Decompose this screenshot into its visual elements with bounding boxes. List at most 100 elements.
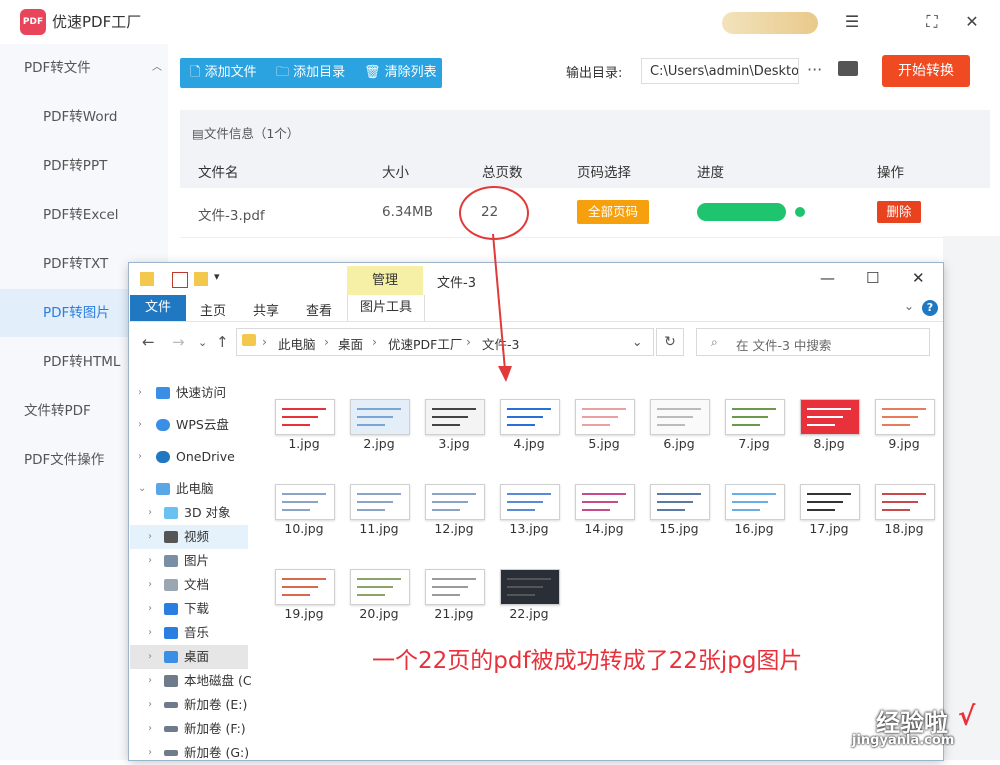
file-name-label[interactable]: 19.jpg — [266, 606, 342, 621]
promo-banner[interactable] — [722, 12, 818, 34]
image-thumbnail[interactable] — [350, 399, 410, 435]
image-thumbnail[interactable] — [875, 399, 935, 435]
menu-icon[interactable]: ☰ — [840, 10, 864, 34]
nav-item-volume-f[interactable]: › 新加卷 (F:) — [130, 717, 248, 741]
nav-item-documents[interactable]: › 文档 — [130, 573, 248, 597]
file-name-label[interactable]: 12.jpg — [416, 521, 492, 536]
properties-icon[interactable] — [172, 272, 188, 288]
nav-item-videos[interactable]: › 视频 — [130, 525, 248, 549]
nav-item-onedrive[interactable]: › OneDrive — [130, 445, 248, 469]
nav-item-this-pc[interactable]: ⌄ 此电脑 — [130, 477, 248, 501]
image-thumbnail[interactable] — [425, 399, 485, 435]
image-thumbnail[interactable] — [875, 484, 935, 520]
clear-list-button[interactable]: 🗑 清除列表 — [364, 58, 437, 88]
start-convert-button[interactable]: 开始转换 — [882, 55, 970, 87]
image-thumbnail[interactable] — [800, 399, 860, 435]
nav-item-volume-e[interactable]: › 新加卷 (E:) — [130, 693, 248, 717]
back-arrow-icon[interactable]: ← — [142, 333, 155, 351]
open-folder-icon[interactable] — [838, 61, 858, 76]
output-dir-field[interactable]: C:\Users\admin\Desktop — [641, 58, 799, 84]
file-name-label[interactable]: 18.jpg — [866, 521, 942, 536]
more-options-button[interactable]: ··· — [807, 60, 822, 79]
nav-item-downloads[interactable]: › 下载 — [130, 597, 248, 621]
close-icon[interactable]: ✕ — [960, 10, 984, 34]
image-thumbnail[interactable] — [425, 569, 485, 605]
image-thumbnail[interactable] — [275, 399, 335, 435]
tab-home[interactable]: 主页 — [200, 300, 226, 319]
nav-item-music[interactable]: › 音乐 — [130, 621, 248, 645]
refresh-icon[interactable]: ↻ — [656, 328, 684, 356]
image-thumbnail[interactable] — [275, 569, 335, 605]
file-name-label[interactable]: 8.jpg — [791, 436, 867, 451]
image-thumbnail[interactable] — [650, 484, 710, 520]
image-thumbnail[interactable] — [575, 484, 635, 520]
file-name-label[interactable]: 17.jpg — [791, 521, 867, 536]
maximize-icon[interactable]: ⛶ — [920, 10, 944, 34]
close-icon[interactable]: ✕ — [912, 269, 925, 287]
file-name-label[interactable]: 2.jpg — [341, 436, 417, 451]
image-thumbnail[interactable] — [425, 484, 485, 520]
maximize-icon[interactable]: ☐ — [866, 269, 879, 287]
image-thumbnail[interactable] — [275, 484, 335, 520]
file-name-label[interactable]: 1.jpg — [266, 436, 342, 451]
new-folder-icon[interactable] — [194, 272, 208, 286]
nav-item-volume-g[interactable]: › 新加卷 (G:) — [130, 741, 249, 765]
file-name-label[interactable]: 22.jpg — [491, 606, 567, 621]
file-name-label[interactable]: 15.jpg — [641, 521, 717, 536]
quick-access-dropdown-icon[interactable]: ▾ — [214, 270, 220, 283]
nav-item-3d-objects[interactable]: › 3D 对象 — [130, 501, 248, 525]
image-thumbnail[interactable] — [500, 569, 560, 605]
breadcrumb-item[interactable]: 优速PDF工厂 — [388, 334, 462, 353]
thumbnail-content — [357, 594, 385, 596]
file-name-label[interactable]: 14.jpg — [566, 521, 642, 536]
help-icon[interactable]: ? — [922, 300, 938, 316]
image-thumbnail[interactable] — [500, 484, 560, 520]
file-name-label[interactable]: 4.jpg — [491, 436, 567, 451]
tab-picture-tools[interactable]: 图片工具 — [347, 295, 425, 321]
tab-view[interactable]: 查看 — [306, 300, 332, 319]
image-thumbnail[interactable] — [725, 399, 785, 435]
thumbnail-content — [882, 509, 910, 511]
recent-dropdown-icon[interactable]: ⌄ — [198, 336, 207, 349]
address-dropdown-icon[interactable]: ⌄ — [632, 334, 642, 349]
image-thumbnail[interactable] — [725, 484, 785, 520]
forward-arrow-icon[interactable]: → — [172, 333, 185, 351]
explorer-window-title: 文件-3 — [437, 276, 476, 291]
minimize-icon[interactable]: — — [820, 269, 835, 287]
tab-share[interactable]: 共享 — [253, 300, 279, 319]
file-name-label[interactable]: 6.jpg — [641, 436, 717, 451]
file-name-label[interactable]: 13.jpg — [491, 521, 567, 536]
file-name-label[interactable]: 3.jpg — [416, 436, 492, 451]
file-name-label[interactable]: 20.jpg — [341, 606, 417, 621]
file-name-label[interactable]: 21.jpg — [416, 606, 492, 621]
breadcrumb-item[interactable]: 此电脑 — [278, 334, 316, 353]
nav-item-pictures[interactable]: › 图片 — [130, 549, 248, 573]
nav-item-desktop[interactable]: › 桌面 — [130, 645, 248, 669]
image-thumbnail[interactable] — [350, 484, 410, 520]
file-name-label[interactable]: 11.jpg — [341, 521, 417, 536]
image-thumbnail[interactable] — [650, 399, 710, 435]
delete-button[interactable]: 删除 — [877, 201, 921, 223]
nav-item-wps-cloud[interactable]: › WPS云盘 — [130, 413, 248, 437]
breadcrumb-item[interactable]: 桌面 — [338, 334, 363, 353]
file-name-label[interactable]: 16.jpg — [716, 521, 792, 536]
image-thumbnail[interactable] — [800, 484, 860, 520]
tab-manage[interactable]: 管理 — [347, 266, 423, 295]
file-name-label[interactable]: 5.jpg — [566, 436, 642, 451]
page-select-button[interactable]: 全部页码 — [577, 200, 649, 224]
sidebar-group-pdf-to-file[interactable]: PDF转文件 ︿ — [0, 44, 192, 92]
add-dir-button[interactable]: 🗀 添加目录 — [276, 58, 345, 88]
file-name-label[interactable]: 7.jpg — [716, 436, 792, 451]
chevron-down-icon[interactable]: ⌄ — [904, 299, 914, 313]
add-file-button[interactable]: 🗋 添加文件 — [190, 58, 257, 88]
image-thumbnail[interactable] — [575, 399, 635, 435]
image-thumbnail[interactable] — [350, 569, 410, 605]
file-name-label[interactable]: 9.jpg — [866, 436, 942, 451]
thumbnail-content — [432, 424, 460, 426]
up-arrow-icon[interactable]: ↑ — [216, 333, 229, 351]
nav-item-local-disk-c[interactable]: › 本地磁盘 (C — [130, 669, 252, 693]
image-thumbnail[interactable] — [500, 399, 560, 435]
file-name-label[interactable]: 10.jpg — [266, 521, 342, 536]
nav-item-quick-access[interactable]: › 快速访问 — [130, 381, 248, 405]
tab-file[interactable]: 文件 — [130, 295, 186, 321]
